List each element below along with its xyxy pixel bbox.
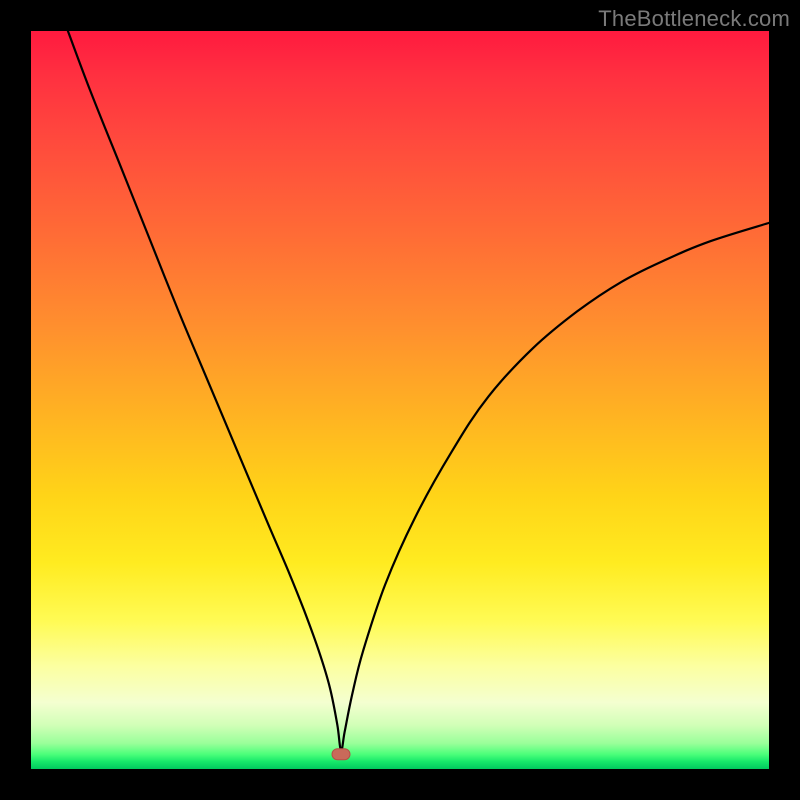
plot-area: [31, 31, 769, 769]
bottleneck-curve: [31, 31, 769, 769]
optimum-marker: [332, 749, 350, 760]
watermark-text: TheBottleneck.com: [598, 6, 790, 32]
chart-frame: TheBottleneck.com: [0, 0, 800, 800]
